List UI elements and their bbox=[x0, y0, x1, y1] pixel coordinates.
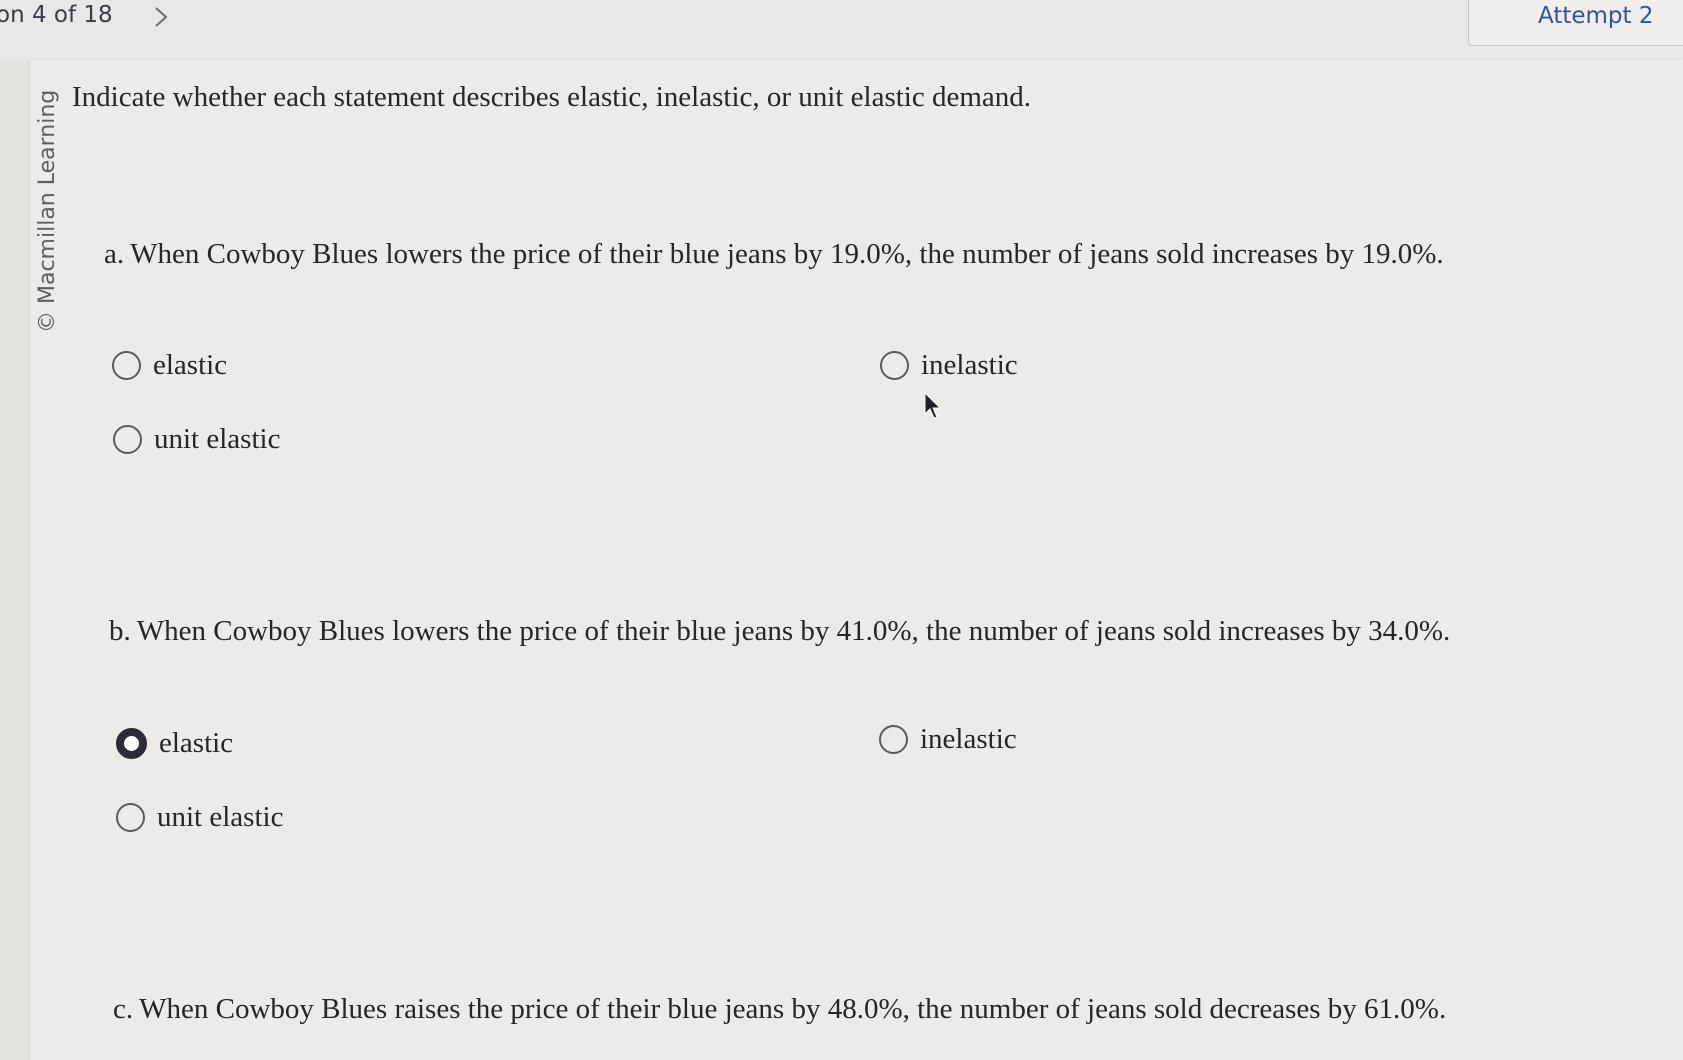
question-b-statement: b. When Cowboy Blues lowers the price of … bbox=[109, 615, 1450, 648]
option-label: unit elastic bbox=[157, 801, 284, 833]
question-a-option-unit-elastic[interactable]: unit elastic bbox=[113, 423, 280, 456]
mouse-pointer-icon bbox=[924, 392, 942, 419]
option-label: elastic bbox=[159, 727, 234, 759]
question-text: When Cowboy Blues lowers the price of th… bbox=[136, 615, 1451, 647]
top-bar: on 4 of 18 Attempt 2 bbox=[0, 0, 1683, 60]
copyright-credit: © Macmillan Learning bbox=[35, 89, 60, 333]
option-label: elastic bbox=[153, 349, 228, 381]
radio-button[interactable] bbox=[116, 803, 145, 832]
question-a-statement: a. When Cowboy Blues lowers the price of … bbox=[104, 238, 1444, 271]
question-letter: a. bbox=[104, 238, 125, 270]
question-c-statement: c. When Cowboy Blues raises the price of … bbox=[113, 993, 1446, 1026]
chevron-right-icon[interactable] bbox=[150, 6, 172, 28]
question-panel bbox=[30, 60, 1683, 1060]
question-navigation: on 4 of 18 bbox=[0, 0, 113, 30]
question-text: When Cowboy Blues lowers the price of th… bbox=[130, 238, 1444, 270]
question-letter: b. bbox=[109, 615, 131, 647]
question-b-option-unit-elastic[interactable]: unit elastic bbox=[116, 801, 283, 834]
question-counter: on 4 of 18 bbox=[0, 2, 113, 28]
instruction-text: Indicate whether each statement describe… bbox=[72, 81, 1032, 113]
radio-button[interactable] bbox=[113, 425, 142, 454]
radio-button-selected[interactable] bbox=[116, 728, 147, 759]
question-b-option-inelastic[interactable]: inelastic bbox=[879, 723, 1017, 756]
question-a-option-elastic[interactable]: elastic bbox=[112, 349, 227, 382]
question-b-option-elastic[interactable]: elastic bbox=[116, 727, 233, 760]
question-text: When Cowboy Blues raises the price of th… bbox=[139, 993, 1447, 1025]
radio-button[interactable] bbox=[879, 725, 908, 754]
option-label: inelastic bbox=[921, 349, 1018, 381]
question-letter: c. bbox=[113, 993, 134, 1025]
option-label: unit elastic bbox=[154, 423, 281, 455]
attempt-label: Attempt 2 bbox=[1538, 3, 1654, 29]
radio-button[interactable] bbox=[112, 351, 141, 380]
option-label: inelastic bbox=[920, 723, 1017, 755]
radio-button[interactable] bbox=[880, 351, 909, 380]
question-a-option-inelastic[interactable]: inelastic bbox=[880, 349, 1018, 382]
